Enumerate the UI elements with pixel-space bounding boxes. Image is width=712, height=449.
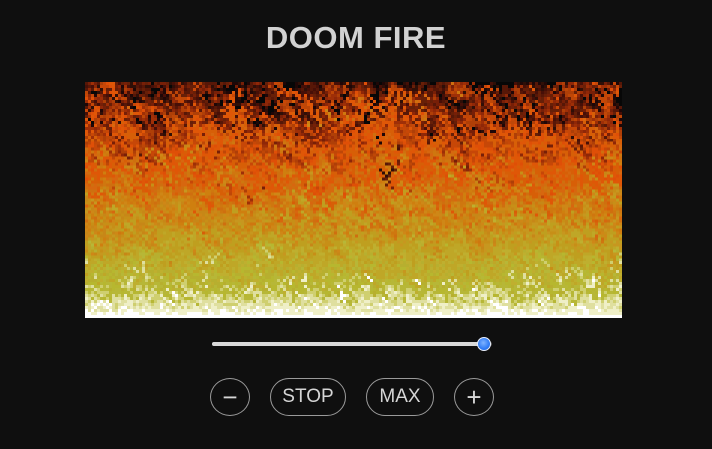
max-button[interactable]: MAX <box>366 378 434 416</box>
slider-fill <box>212 342 484 346</box>
decrease-button[interactable]: − <box>210 378 250 416</box>
stop-button[interactable]: STOP <box>270 378 346 416</box>
fire-controls: − STOP MAX + <box>0 378 712 416</box>
fire-canvas <box>85 82 622 318</box>
fire-canvas-frame <box>85 82 622 318</box>
page-title: DOOM FIRE <box>265 20 447 55</box>
fire-intensity-slider[interactable] <box>212 336 492 352</box>
plus-icon: + <box>466 382 482 412</box>
minus-icon: − <box>222 382 238 412</box>
increase-button[interactable]: + <box>454 378 494 416</box>
slider-thumb[interactable] <box>476 337 491 351</box>
